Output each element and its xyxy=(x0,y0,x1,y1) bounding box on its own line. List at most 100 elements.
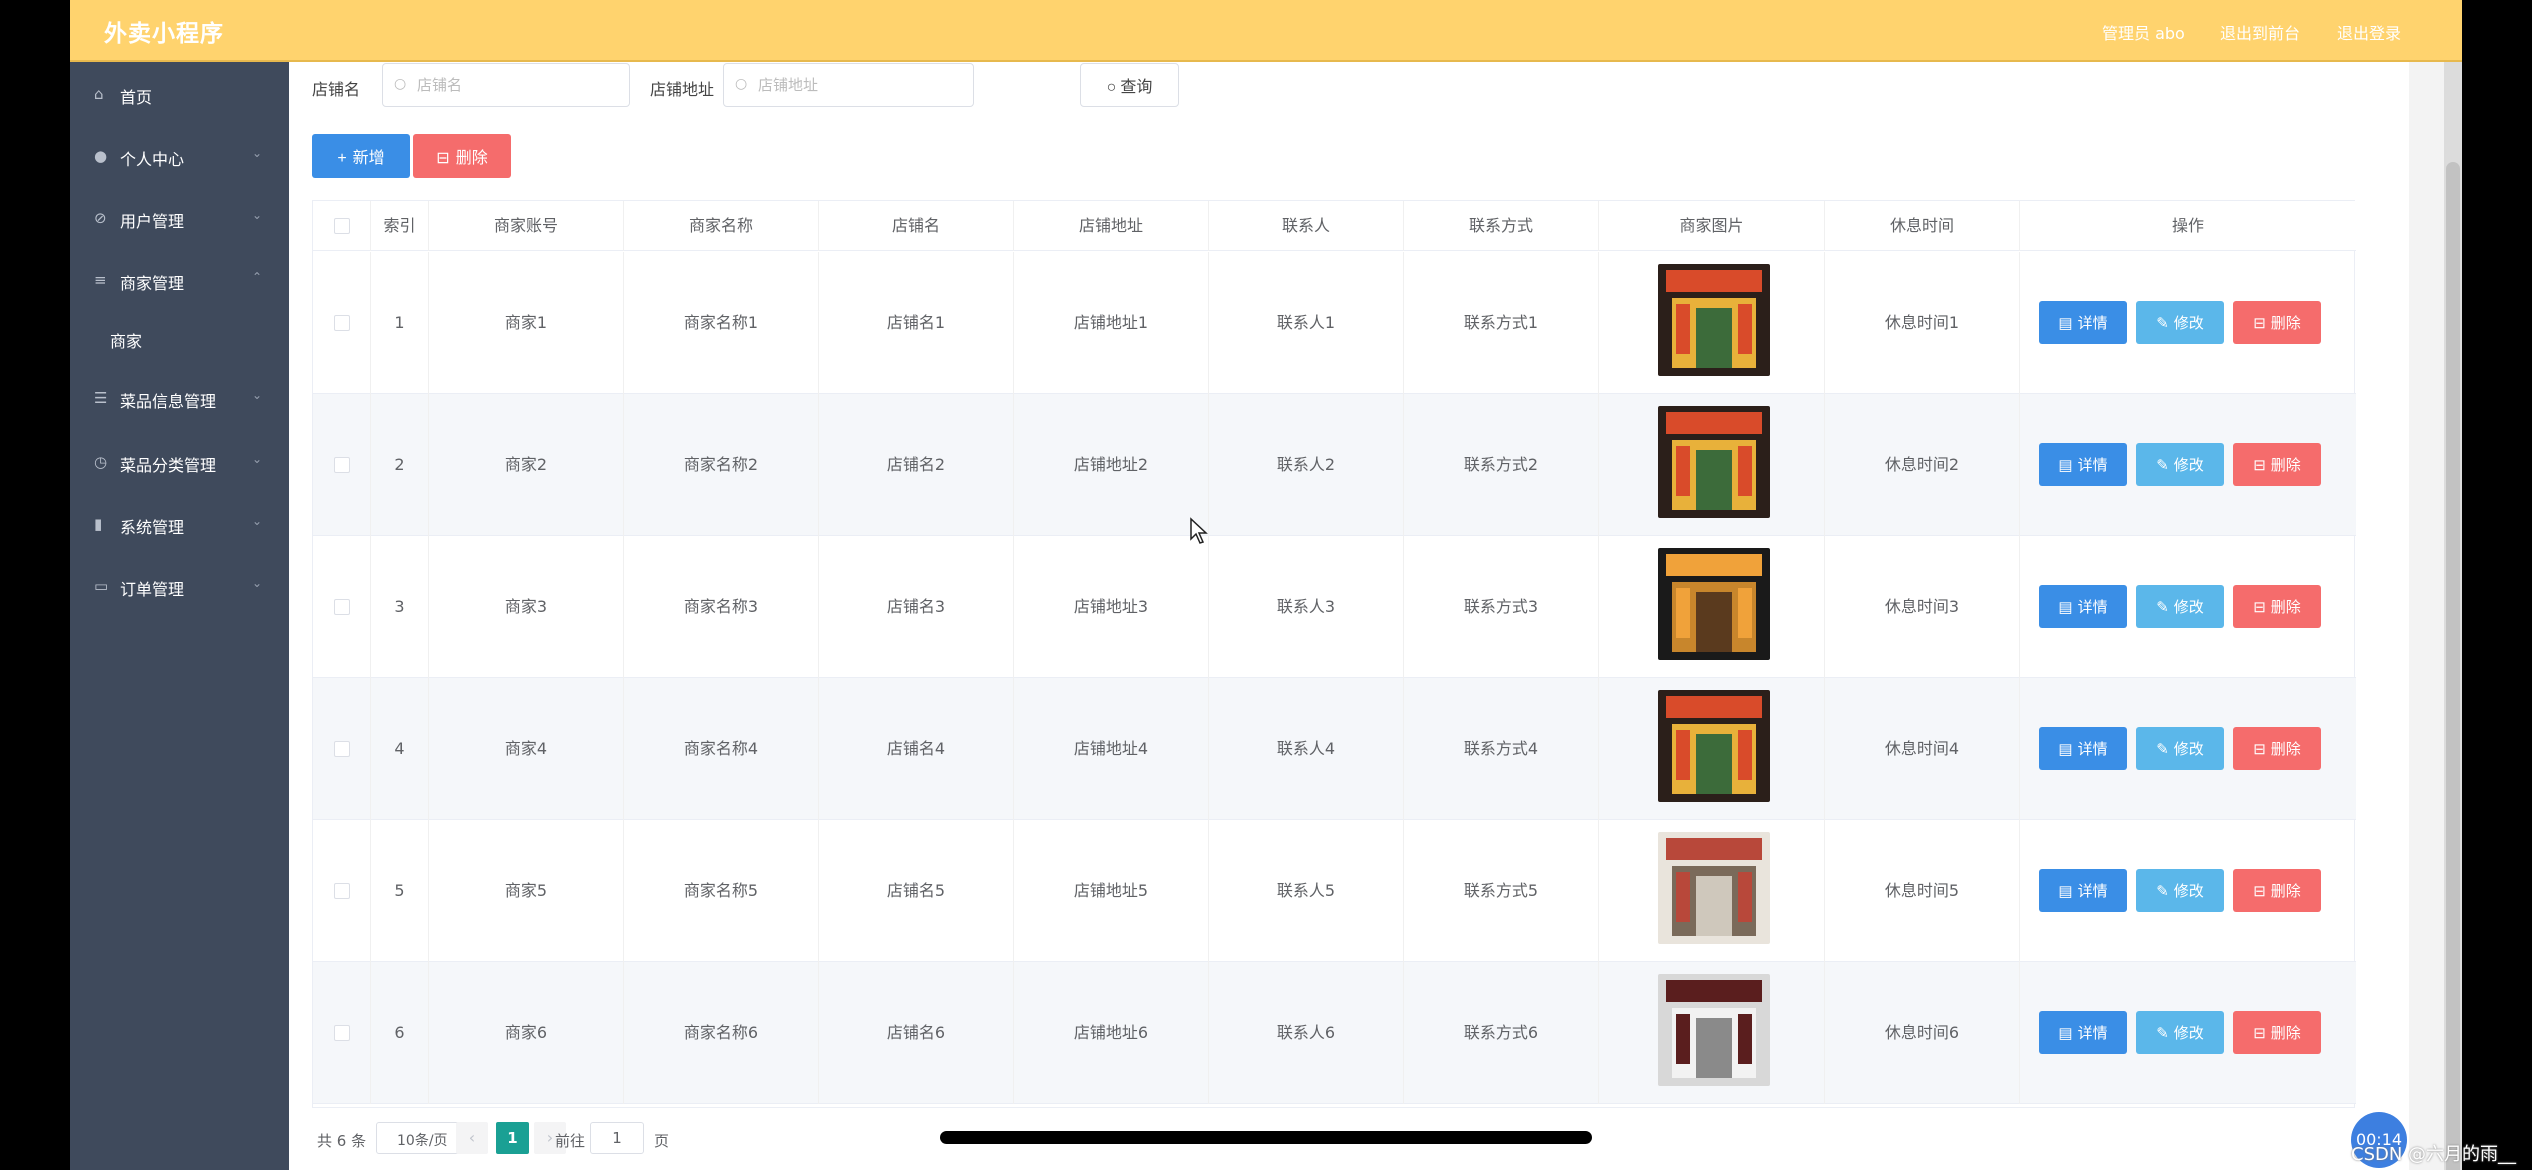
select-all-checkbox[interactable] xyxy=(334,218,350,234)
cell-shop: 店铺名3 xyxy=(819,536,1014,678)
row-checkbox[interactable] xyxy=(334,741,350,757)
col-name: 商家名称 xyxy=(624,201,819,251)
app-title: 外卖小程序 xyxy=(104,21,224,47)
add-button[interactable]: + 新增 xyxy=(312,134,410,178)
table-row: 3 商家3 商家名称3 店铺名3 店铺地址3 联系人3 联系方式3 休息时间3 ▤ 详情 ✎ 修改 ⊟ 删… xyxy=(313,536,2356,678)
trash-icon: ⊟ xyxy=(436,150,450,167)
edit-button[interactable]: ✎ 修改 xyxy=(2136,869,2224,912)
delete-button[interactable]: ⊟ 删除 xyxy=(2233,585,2321,628)
cell-index: 2 xyxy=(371,394,429,536)
page-number-current[interactable]: 1 xyxy=(496,1122,529,1154)
sidebar-subitem-merchant[interactable]: 商家 xyxy=(70,318,289,358)
shop-address-label: 店铺地址 xyxy=(650,80,715,99)
edit-button[interactable]: ✎ 修改 xyxy=(2136,1011,2224,1054)
scrollbar-thumb[interactable] xyxy=(2446,162,2460,1170)
table-row: 4 商家4 商家名称4 店铺名4 店铺地址4 联系人4 联系方式4 休息时间4 ▤ 详情 ✎ 修改 ⊟ 删… xyxy=(313,678,2356,820)
shop-name-input-wrapper[interactable]: ○ xyxy=(382,63,630,107)
row-checkbox[interactable] xyxy=(334,883,350,899)
cell-shop: 店铺名1 xyxy=(819,252,1014,394)
cell-contact: 联系人2 xyxy=(1209,394,1404,536)
cell-shop: 店铺名4 xyxy=(819,678,1014,820)
delete-button-label: 删除 xyxy=(2270,599,2301,616)
cell-account: 商家4 xyxy=(429,678,624,820)
logout-link[interactable]: 退出登录 xyxy=(2337,20,2401,44)
edit-button[interactable]: ✎ 修改 xyxy=(2136,585,2224,628)
sidebar-item-label: 首页 xyxy=(120,88,153,107)
edit-icon: ✎ xyxy=(2156,883,2169,900)
edit-button[interactable]: ✎ 修改 xyxy=(2136,301,2224,344)
chevron-up-icon: ⌃ xyxy=(252,270,263,284)
delete-button[interactable]: ⊟ 删除 xyxy=(2233,443,2321,486)
cell-phone: 联系方式5 xyxy=(1404,820,1599,962)
edit-button-label: 修改 xyxy=(2173,883,2204,900)
detail-button[interactable]: ▤ 详情 xyxy=(2039,301,2127,344)
chevron-down-icon: ⌄ xyxy=(252,388,263,402)
merchant-table: 索引 商家账号 商家名称 店铺名 店铺地址 联系人 联系方式 商家图片 休息时间… xyxy=(312,200,2356,1108)
top-header: 外卖小程序 管理员 abo 退出到前台 退出登录 xyxy=(70,0,2462,62)
edit-button[interactable]: ✎ 修改 xyxy=(2136,443,2224,486)
mouse-pointer-icon xyxy=(1190,517,1208,544)
document-icon: ▤ xyxy=(2058,741,2073,758)
back-to-front-link[interactable]: 退出到前台 xyxy=(2220,20,2300,44)
cell-shop: 店铺名5 xyxy=(819,820,1014,962)
merchant-image[interactable] xyxy=(1658,832,1770,944)
goto-suffix: 页 xyxy=(654,1132,670,1150)
merchant-image[interactable] xyxy=(1658,406,1770,518)
row-checkbox[interactable] xyxy=(334,599,350,615)
home-icon: ⌂ xyxy=(94,85,104,103)
sidebar-item-profile[interactable]: ● 个人中心 ⌄ xyxy=(70,136,289,176)
delete-button[interactable]: ⊟ 删除 xyxy=(2233,727,2321,770)
col-address: 店铺地址 xyxy=(1014,201,1209,251)
sidebar-item-users[interactable]: ⊘ 用户管理 ⌄ xyxy=(70,198,289,238)
trash-icon: ⊟ xyxy=(2253,315,2266,332)
cell-account: 商家3 xyxy=(429,536,624,678)
cell-actions: ▤ 详情 ✎ 修改 ⊟ 删除 xyxy=(2020,820,2356,962)
delete-button-label: 删除 xyxy=(2270,883,2301,900)
shop-name-input[interactable] xyxy=(417,73,617,97)
edit-button-label: 修改 xyxy=(2173,315,2204,332)
sidebar-item-system[interactable]: ▮ 系统管理 ⌄ xyxy=(70,504,289,544)
detail-button[interactable]: ▤ 详情 xyxy=(2039,443,2127,486)
row-checkbox[interactable] xyxy=(334,1025,350,1041)
sidebar-item-home[interactable]: ⌂ 首页 xyxy=(70,74,289,114)
delete-button[interactable]: ⊟ 删除 xyxy=(2233,1011,2321,1054)
goto-page-input[interactable]: 1 xyxy=(590,1122,644,1154)
merchant-image[interactable] xyxy=(1658,264,1770,376)
delete-button[interactable]: ⊟ 删除 xyxy=(2233,869,2321,912)
col-rest-time: 休息时间 xyxy=(1825,201,2020,251)
shop-address-input[interactable] xyxy=(758,73,958,97)
cell-index: 3 xyxy=(371,536,429,678)
merchant-image[interactable] xyxy=(1658,690,1770,802)
delete-button[interactable]: ⊟ 删除 xyxy=(2233,301,2321,344)
detail-button[interactable]: ▤ 详情 xyxy=(2039,1011,2127,1054)
sidebar-item-dish-category[interactable]: ◷ 菜品分类管理 ⌄ xyxy=(70,442,289,482)
sidebar-item-label: 系统管理 xyxy=(120,518,185,537)
shop-address-input-wrapper[interactable]: ○ xyxy=(723,63,974,107)
detail-button[interactable]: ▤ 详情 xyxy=(2039,869,2127,912)
cell-phone: 联系方式4 xyxy=(1404,678,1599,820)
row-checkbox[interactable] xyxy=(334,315,350,331)
detail-button[interactable]: ▤ 详情 xyxy=(2039,585,2127,628)
bulk-delete-button[interactable]: ⊟ 删除 xyxy=(413,134,511,178)
merchant-image[interactable] xyxy=(1658,548,1770,660)
sidebar-item-dish-info[interactable]: ☰ 菜品信息管理 ⌄ xyxy=(70,378,289,418)
sidebar-item-label: 菜品分类管理 xyxy=(120,456,217,475)
query-button[interactable]: ○ 查询 xyxy=(1080,63,1179,107)
sidebar-item-merchants[interactable]: ≡ 商家管理 ⌃ xyxy=(70,260,289,300)
edit-button[interactable]: ✎ 修改 xyxy=(2136,727,2224,770)
row-checkbox[interactable] xyxy=(334,457,350,473)
page-size-value: 10条/页 xyxy=(397,1133,448,1149)
col-account: 商家账号 xyxy=(429,201,624,251)
sidebar-item-orders[interactable]: ▭ 订单管理 ⌄ xyxy=(70,566,289,606)
list-icon: ≡ xyxy=(94,271,107,289)
edit-icon: ✎ xyxy=(2156,1025,2169,1042)
detail-button-label: 详情 xyxy=(2077,315,2108,332)
detail-button[interactable]: ▤ 详情 xyxy=(2039,727,2127,770)
cell-shop: 店铺名6 xyxy=(819,962,1014,1104)
cell-phone: 联系方式3 xyxy=(1404,536,1599,678)
trash-icon: ⊟ xyxy=(2253,599,2266,616)
vertical-scrollbar[interactable] xyxy=(2444,62,2462,1170)
prev-page-button[interactable]: ‹ xyxy=(456,1122,488,1154)
merchant-image[interactable] xyxy=(1658,974,1770,1086)
bulk-delete-label: 删除 xyxy=(455,150,488,167)
